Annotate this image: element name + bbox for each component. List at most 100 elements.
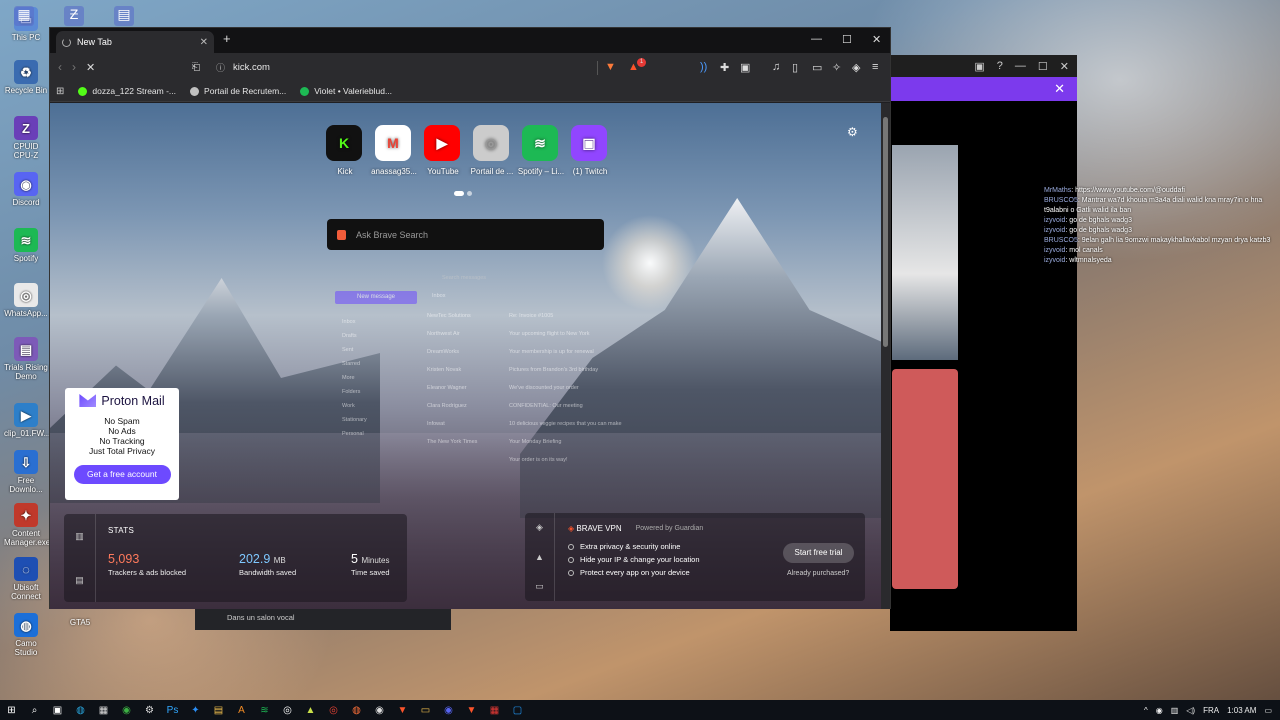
app-icon[interactable]: ✦ (184, 705, 207, 716)
tray-app-icon[interactable]: ◉ (1156, 706, 1163, 715)
apps-grid-icon[interactable]: ⊞ (56, 86, 64, 97)
media-icon[interactable]: ♫ (772, 61, 780, 73)
customize-gear-icon[interactable]: ⚙ (847, 125, 858, 139)
top-site-tile[interactable]: K Kick (326, 125, 363, 176)
tab-new-tab[interactable]: New Tab ✕ (56, 31, 214, 53)
tray-chevron-icon[interactable]: ^ (1144, 706, 1148, 715)
top-sites-pager[interactable] (454, 191, 472, 196)
tab-close-icon[interactable]: ✕ (200, 37, 208, 48)
bookmark-item[interactable]: dozza_122 Stream -... (78, 86, 176, 96)
card-icon[interactable]: ▭ (535, 581, 544, 592)
steam-icon[interactable]: ◎ (276, 705, 299, 716)
settings-icon[interactable]: ⚙ (138, 705, 161, 716)
get-free-account-button[interactable]: Get a free account (73, 465, 171, 484)
github-icon[interactable]: ◉ (368, 705, 391, 716)
top-site-tile[interactable]: ≋ Spotify – Li... (518, 125, 564, 176)
background-app-titlebar[interactable]: ▣? — ☐ ✕ (890, 55, 1077, 77)
triangle-icon[interactable]: ▲ (535, 552, 544, 562)
top-site-tile[interactable]: Manassag35... (371, 125, 417, 176)
app-blue-icon[interactable]: ▢ (506, 705, 529, 716)
language-indicator[interactable]: FRA (1203, 706, 1219, 715)
extensions-icon[interactable]: ✚ (720, 61, 729, 74)
desktop-icon-1[interactable]: ♻ Recycle Bin (4, 60, 48, 95)
banner-close-icon[interactable]: ✕ (1054, 81, 1065, 97)
top-site-tile[interactable]: ▶ YouTube (424, 125, 461, 176)
edge-icon[interactable]: ◍ (69, 705, 92, 716)
stop-loading-button[interactable]: ✕ (86, 61, 95, 74)
bookmark-item[interactable]: Portail de Recrutem... (190, 86, 286, 96)
brave-icon[interactable]: ▼ (391, 705, 414, 716)
explorer-icon[interactable]: ▭ (414, 705, 437, 716)
browser-window[interactable]: New Tab ✕ + — ☐ ✕ ‹ › ✕ ⎗ ⓘ kick.com ▼ ▲… (49, 27, 891, 609)
task-view-icon[interactable]: ▣ (46, 705, 69, 716)
folder-icon[interactable]: ▤ (207, 705, 230, 716)
game-icon[interactable]: ▲ (299, 705, 322, 716)
photoshop-icon[interactable]: Ps (161, 705, 184, 716)
minimize-button[interactable]: — (811, 33, 822, 45)
app-red-icon[interactable]: ▦ (483, 705, 506, 716)
scrollbar-thumb[interactable] (883, 117, 888, 347)
notes-icon[interactable]: A (230, 705, 253, 716)
background-app-window[interactable]: ▣? — ☐ ✕ ✕ (890, 55, 1077, 631)
pager-dot[interactable] (467, 191, 472, 196)
brave-shields-icon[interactable]: ▼ (605, 61, 616, 73)
desktop-icon-10[interactable]: ◌ Ubisoft Connect (4, 557, 48, 601)
sidebar-icon[interactable]: ▯ (792, 61, 798, 74)
new-tab-button[interactable]: + (223, 31, 231, 46)
vpn-icon[interactable]: ◈ (852, 61, 860, 74)
already-purchased-link[interactable]: Already purchased? (787, 570, 849, 577)
bg-minimize-icon[interactable]: — (1015, 60, 1026, 72)
top-site-tile[interactable]: ◎ Portail de ... (471, 125, 513, 176)
chrome-icon[interactable]: ◎ (322, 705, 345, 716)
menu-icon[interactable]: ≡ (872, 61, 878, 73)
bg-help-icon[interactable]: ? (997, 60, 1003, 72)
maximize-button[interactable]: ☐ (842, 33, 852, 46)
vpn-shield-icon[interactable]: ◈ (536, 522, 543, 533)
wallet-icon[interactable]: ▭ (812, 61, 822, 74)
clock[interactable]: 1:03 AM (1227, 706, 1256, 715)
gta5-icon[interactable]: GTA5 (58, 618, 102, 627)
news-icon[interactable]: ▤ (75, 575, 84, 586)
desktop-icon-9[interactable]: ✦ Content Manager.exe (4, 503, 50, 547)
page-scrollbar[interactable] (881, 103, 890, 609)
app-icon-1[interactable]: ▦ (14, 6, 34, 26)
bg-screenshot-icon[interactable]: ▣ (974, 60, 984, 73)
proton-mail-ad[interactable]: Proton Mail No Spam No Ads No Tracking Just… (65, 388, 179, 500)
site-info-icon[interactable]: ⓘ (216, 61, 225, 74)
back-button[interactable]: ‹ (58, 60, 62, 74)
desktop-icon-3[interactable]: ◉ Discord (4, 172, 48, 207)
network-icon[interactable]: ▥ (1171, 706, 1179, 715)
leo-ai-icon[interactable]: ✧ (832, 61, 841, 74)
desktop-icon-4[interactable]: ≋ Spotify (4, 228, 48, 263)
desktop-icon-5[interactable]: ◎ WhatsApp... (4, 283, 48, 318)
bookmark-icon[interactable]: ⎗ (192, 62, 200, 73)
discord-icon[interactable]: ◉ (437, 705, 460, 716)
spotify-icon[interactable]: ≋ (253, 705, 276, 716)
bg-close-icon[interactable]: ✕ (1060, 60, 1069, 73)
store-icon[interactable]: ▦ (92, 705, 115, 716)
bookmark-item[interactable]: Violet • Valerieblud... (300, 86, 392, 96)
desktop-icon-6[interactable]: ▤ Trials Rising Demo (4, 337, 48, 381)
url-text[interactable]: kick.com (233, 62, 270, 73)
app-icon-3[interactable]: ▤ (114, 6, 134, 26)
brave-active-icon[interactable]: ▼ (460, 705, 483, 716)
top-site-tile[interactable]: ▣ (1) Twitch (571, 125, 608, 176)
brave-search-box[interactable]: Ask Brave Search (327, 219, 604, 250)
desktop-icon-11[interactable]: ◍ Camo Studio (4, 613, 48, 657)
app-icon-2[interactable]: Ƶ (64, 6, 84, 26)
screenshot-icon[interactable]: ▣ (740, 61, 750, 74)
forward-button[interactable]: › (72, 60, 76, 74)
notification-icon[interactable]: ▭ (1264, 706, 1272, 715)
address-bar[interactable]: ⎗ ⓘ kick.com (192, 58, 598, 76)
start-free-trial-button[interactable]: Start free trial (783, 543, 854, 563)
firefox-icon[interactable]: ◍ (345, 705, 368, 716)
bg-maximize-icon[interactable]: ☐ (1038, 60, 1048, 73)
xbox-icon[interactable]: ◉ (115, 705, 138, 716)
pager-dot-active[interactable] (454, 191, 464, 196)
bar-chart-icon[interactable]: ▥ (75, 531, 84, 542)
volume-icon[interactable]: ◁) (1186, 706, 1195, 715)
close-window-button[interactable]: ✕ (872, 33, 881, 46)
windows-start-icon[interactable]: ⊞ (0, 705, 23, 716)
cast-icon[interactable]: )) (700, 61, 707, 73)
desktop-icon-8[interactable]: ⇩ Free Downlo... (4, 450, 48, 494)
